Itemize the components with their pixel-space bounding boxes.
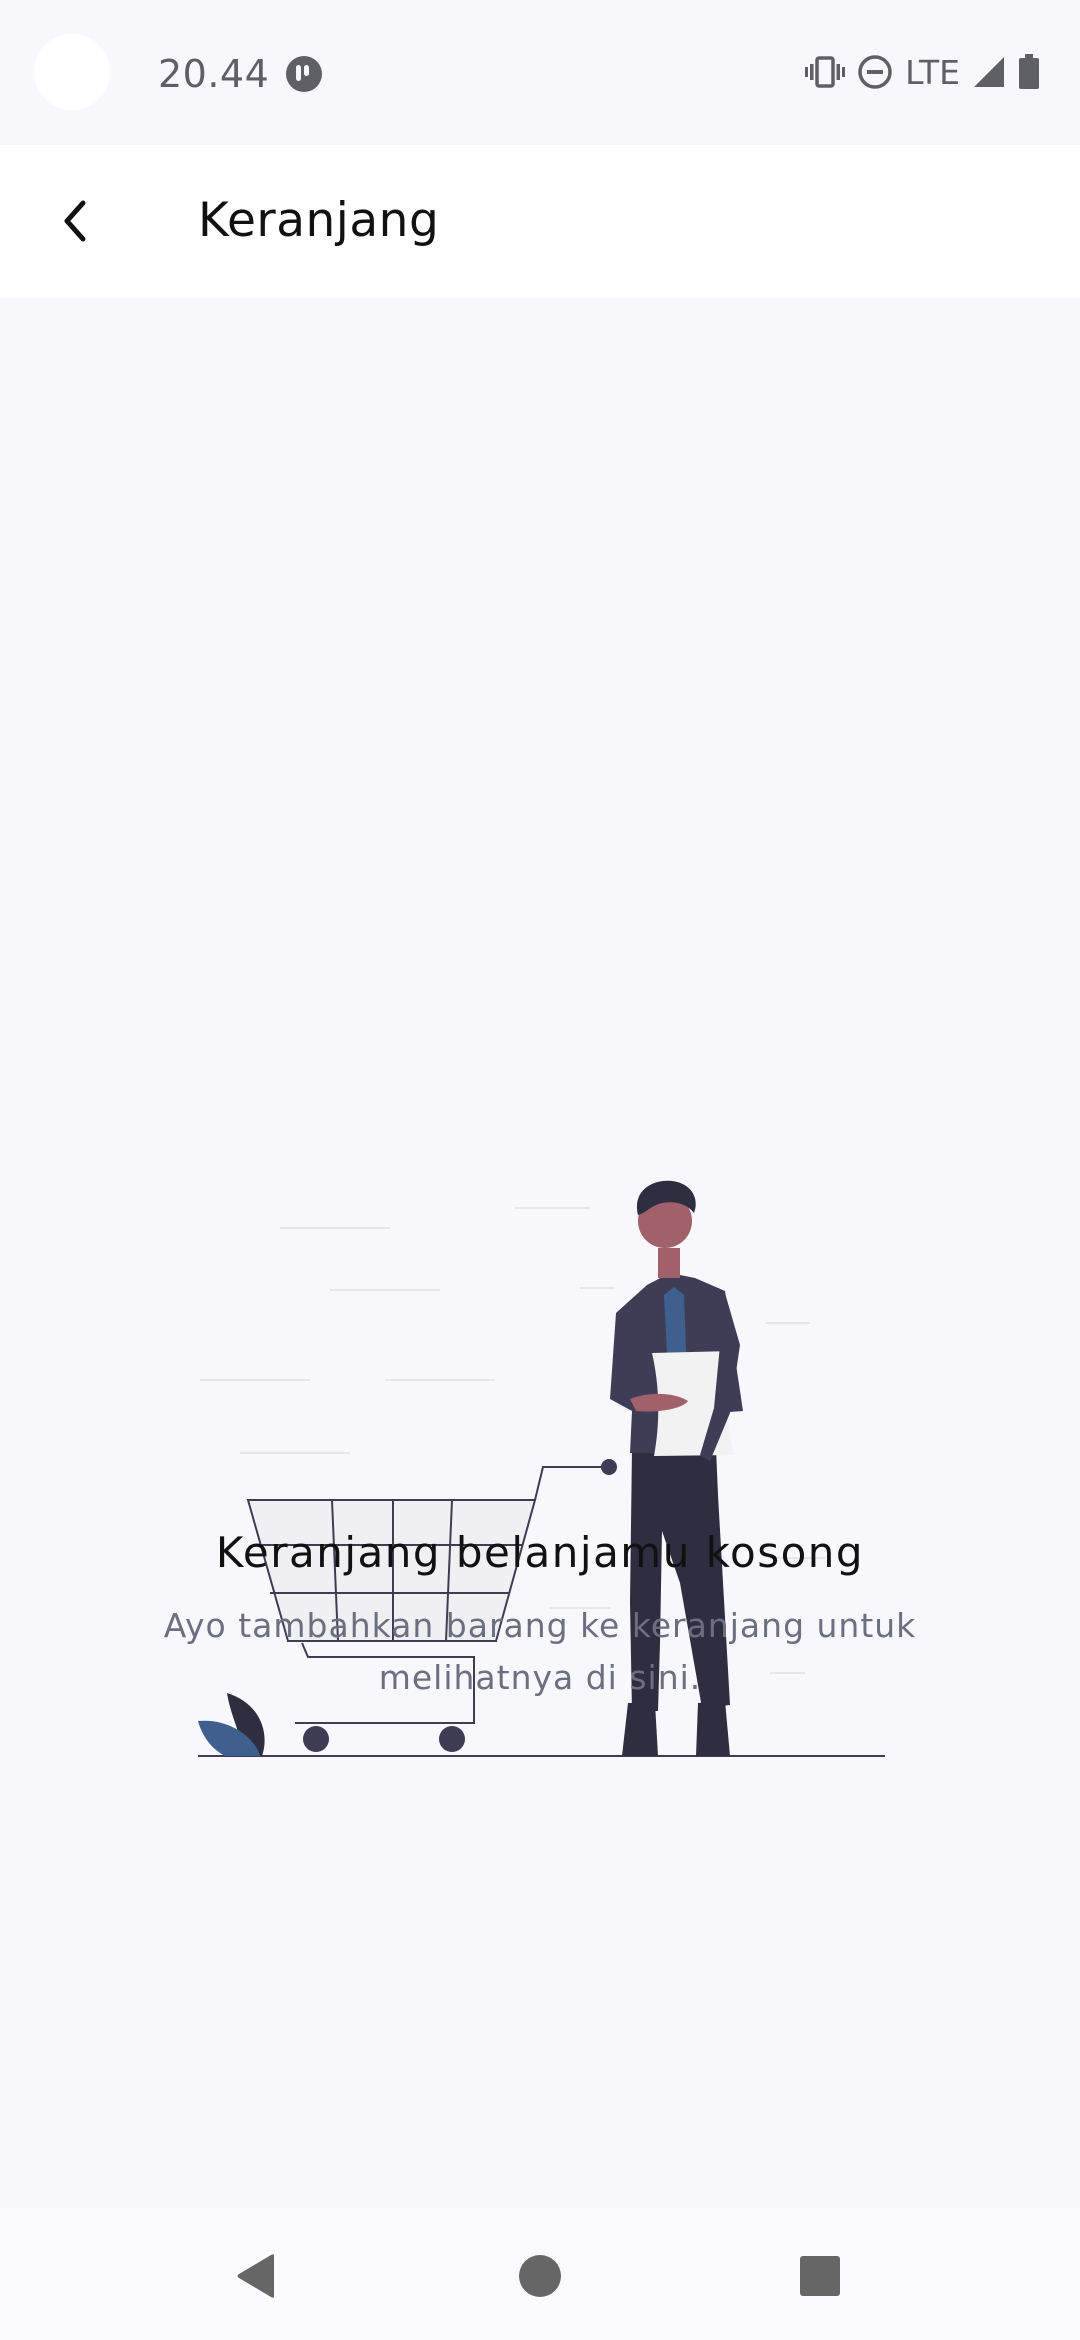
- network-type-label: LTE: [905, 52, 960, 92]
- nav-home-button[interactable]: [510, 2246, 570, 2306]
- app-notification-icon: [286, 56, 322, 92]
- signal-icon: [974, 57, 1004, 87]
- chevron-left-icon: [64, 200, 86, 242]
- camera-cutout: [34, 34, 110, 110]
- nav-back-button[interactable]: [226, 2246, 286, 2306]
- app-bar: Keranjang: [0, 145, 1080, 298]
- back-button[interactable]: [40, 185, 112, 257]
- vibrate-icon: [805, 56, 846, 88]
- empty-cart-message: Ayo tambahkan barang ke keranjang untuk …: [163, 1606, 917, 1697]
- status-icons: LTE: [805, 52, 1040, 92]
- page-title: Keranjang: [198, 193, 440, 248]
- do-not-disturb-icon: [858, 55, 892, 89]
- home-circle-icon: [519, 2255, 561, 2297]
- battery-icon: [1019, 54, 1039, 89]
- nav-recents-button[interactable]: [790, 2246, 850, 2306]
- empty-cart-title: Keranjang belanjamu kosong: [215, 1528, 865, 1577]
- back-triangle-icon: [237, 2254, 274, 2298]
- recents-square-icon: [800, 2256, 840, 2296]
- cart-content: Keranjang belanjamu kosong Ayo tambahkan…: [0, 298, 1080, 2208]
- status-time: 20.44: [158, 52, 270, 96]
- status-bar: 20.44 LTE: [0, 0, 1080, 145]
- system-nav-bar: [0, 2208, 1080, 2340]
